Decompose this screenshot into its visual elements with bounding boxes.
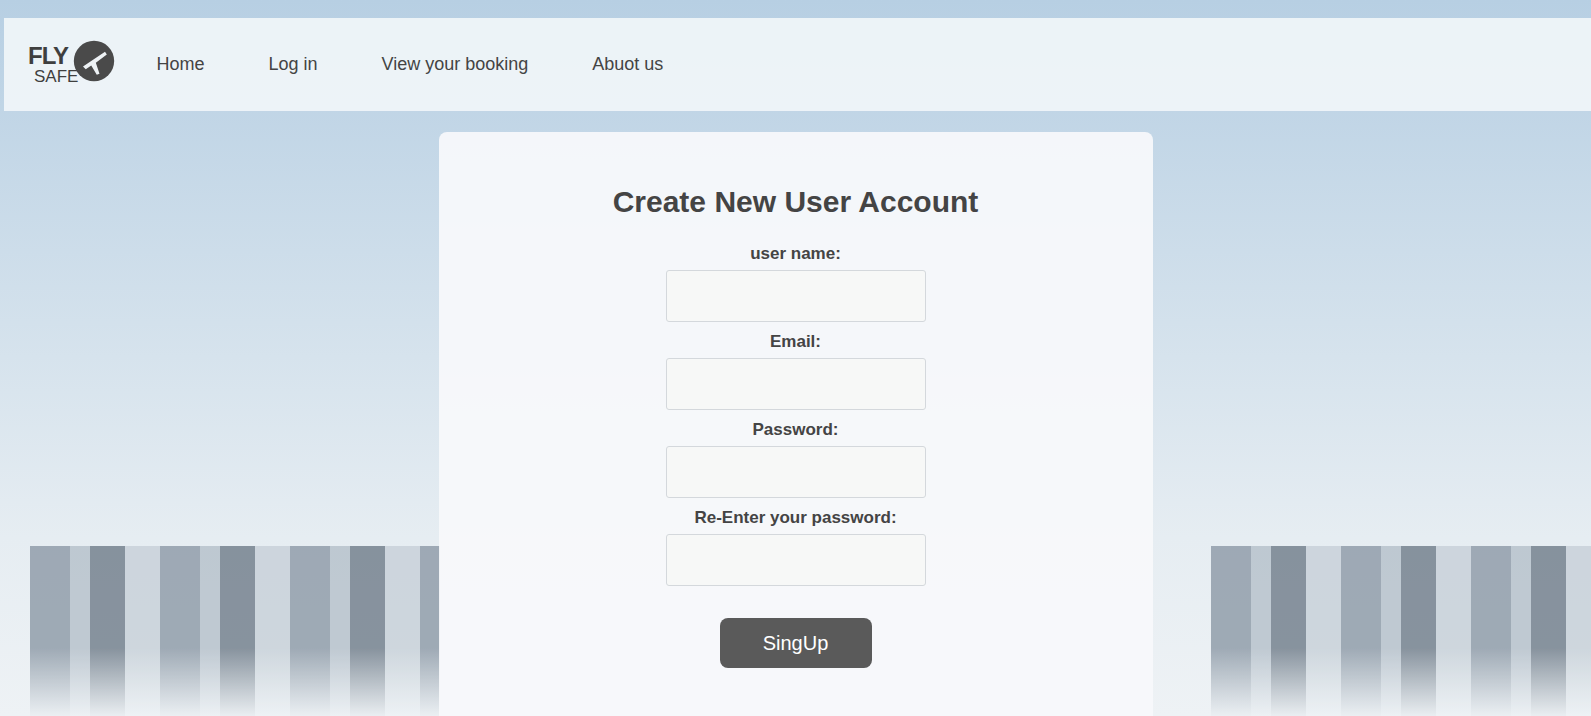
nav-link[interactable]: View your booking	[381, 54, 528, 75]
nav-links: Home Log in View your booking Abuot us	[156, 54, 663, 75]
logo-top: FLY	[28, 44, 78, 68]
field-label: Re-Enter your password:	[694, 508, 896, 528]
text-input[interactable]	[666, 358, 926, 410]
text-input[interactable]	[666, 534, 926, 586]
nav-link[interactable]: Log in	[268, 54, 317, 75]
logo-text: FLYSAFE	[28, 44, 78, 85]
nav-link[interactable]: Abuot us	[592, 54, 663, 75]
field-label: Password:	[753, 420, 839, 440]
form-title: Create New User Account	[613, 184, 979, 220]
logo-bottom: SAFE	[34, 68, 78, 85]
city-left	[30, 546, 440, 716]
field-label: Email:	[770, 332, 821, 352]
form-field: Re-Enter your password:	[666, 508, 926, 586]
text-input[interactable]	[666, 270, 926, 322]
signup-button[interactable]: SingUp	[720, 618, 872, 668]
text-input[interactable]	[666, 446, 926, 498]
form-field: Password:	[666, 420, 926, 498]
signup-card: Create New User Account user name: Email: P…	[439, 132, 1153, 716]
navbar: FLYSAFE Home Log in View your booking Abuot …	[4, 18, 1591, 111]
logo[interactable]: FLYSAFE	[28, 44, 116, 85]
form-field: Email:	[666, 332, 926, 410]
plane-icon	[72, 39, 116, 83]
page: FLYSAFE Home Log in View your booking Abuot …	[0, 0, 1591, 716]
nav-link[interactable]: Home	[156, 54, 204, 75]
field-label: user name:	[750, 244, 841, 264]
city-right	[1211, 546, 1591, 716]
form-field: user name:	[666, 244, 926, 322]
